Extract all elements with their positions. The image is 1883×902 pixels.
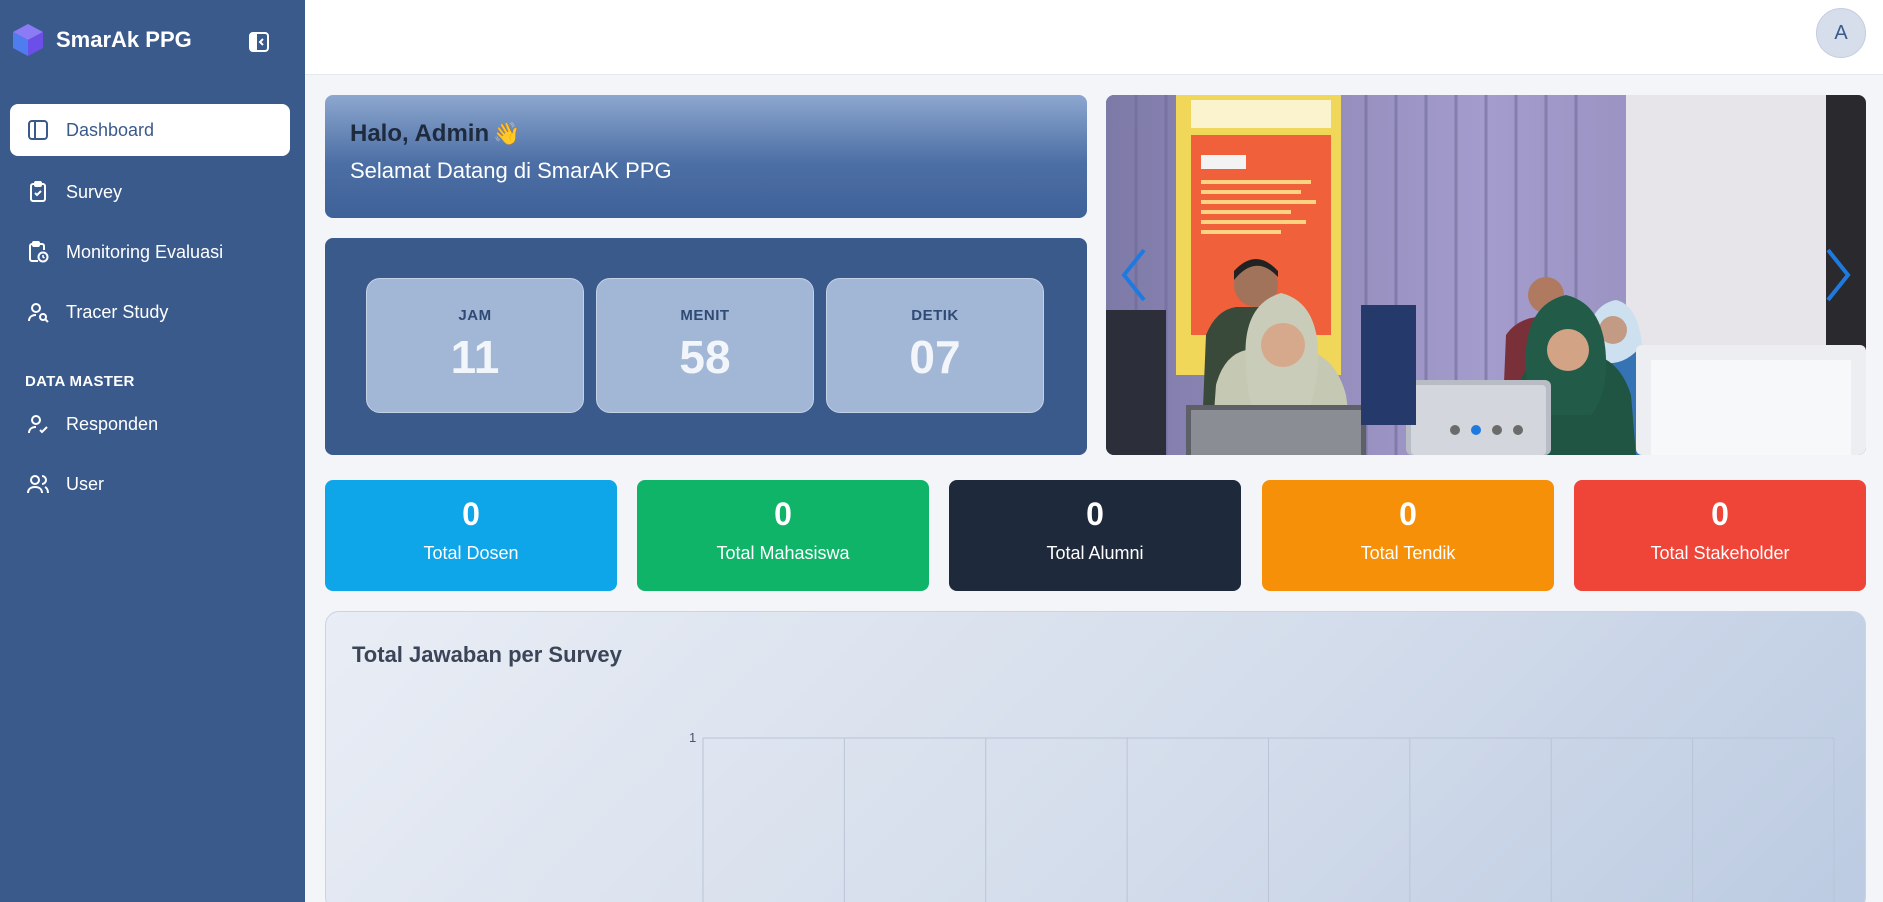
- sidebar-item-survey[interactable]: Survey: [10, 166, 290, 218]
- clock-hours: JAM 11: [366, 278, 584, 413]
- stat-label: Total Stakeholder: [1650, 543, 1790, 563]
- sidebar-item-label: Monitoring Evaluasi: [66, 241, 224, 262]
- stat-card-total-stakeholder: 0 Total Stakeholder: [1574, 480, 1866, 591]
- stat-value: 0: [1711, 496, 1729, 532]
- clock-seconds-label: DETIK: [911, 307, 959, 324]
- sidebar-item-label: Dashboard: [66, 119, 155, 140]
- users-icon: [26, 472, 50, 496]
- welcome-subtitle: Selamat Datang di SmarAK PPG: [350, 158, 672, 183]
- stat-card-total-dosen: 0 Total Dosen: [325, 480, 617, 591]
- welcome-card: Halo, Admin 👋 Selamat Datang di SmarAK P…: [325, 95, 1087, 218]
- layout-icon: [26, 118, 50, 142]
- sidebar-item-label: Survey: [66, 181, 123, 202]
- sidebar-item-monitoring-evaluasi[interactable]: Monitoring Evaluasi: [10, 226, 290, 278]
- clock-minutes: MENIT 58: [596, 278, 814, 413]
- clock-seconds-value: 07: [909, 331, 961, 383]
- clock-minutes-label: MENIT: [680, 307, 730, 324]
- bar-chart: 1: [689, 730, 1835, 902]
- stat-value: 0: [1399, 496, 1417, 532]
- clock-minutes-value: 58: [679, 331, 731, 383]
- sidebar-item-user[interactable]: User: [10, 458, 290, 510]
- stat-label: Total Alumni: [1046, 543, 1144, 563]
- section-label-data-master: DATA MASTER: [25, 373, 135, 390]
- topbar: [305, 0, 1883, 75]
- clock-hours-label: JAM: [458, 307, 492, 324]
- welcome-greeting-row: Halo, Admin 👋: [350, 120, 1062, 148]
- sidebar-collapse-icon[interactable]: [248, 31, 270, 53]
- sidebar-item-responden[interactable]: Responden: [10, 398, 290, 450]
- brand[interactable]: SmarAk PPG: [10, 22, 192, 58]
- carousel-indicators: [1450, 425, 1523, 435]
- stat-label: Total Mahasiswa: [716, 543, 850, 563]
- chart-y-tick-label: 1: [689, 730, 696, 745]
- carousel-dot[interactable]: [1492, 425, 1502, 435]
- app-name: SmarAk PPG: [56, 27, 192, 52]
- chart-card: Total Jawaban per Survey 1: [325, 611, 1866, 902]
- clock-card: JAM 11 MENIT 58 DETIK 07: [325, 238, 1087, 455]
- carousel-slide-image: [1106, 95, 1866, 455]
- user-search-icon: [26, 300, 50, 324]
- waving-hand-icon: 👋: [493, 121, 521, 146]
- clipboard-clock-icon: [26, 240, 50, 264]
- cube-logo-icon: [13, 24, 43, 56]
- stat-label: Total Dosen: [423, 543, 519, 563]
- carousel-dot[interactable]: [1513, 425, 1523, 435]
- stat-label: Total Tendik: [1360, 543, 1456, 563]
- welcome-greeting: Halo, Admin: [350, 120, 490, 147]
- carousel-next-icon[interactable]: [1818, 245, 1858, 305]
- carousel-dot[interactable]: [1450, 425, 1460, 435]
- clipboard-check-icon: [26, 180, 50, 204]
- carousel-prev-icon[interactable]: [1114, 245, 1154, 305]
- photo-carousel[interactable]: [1106, 95, 1866, 455]
- carousel-dot-active[interactable]: [1471, 425, 1481, 435]
- clock-seconds: DETIK 07: [826, 278, 1044, 413]
- sidebar-item-label: User: [66, 473, 105, 494]
- stat-value: 0: [1086, 496, 1104, 532]
- sidebar-item-label: Tracer Study: [66, 301, 169, 322]
- sidebar-item-label: Responden: [66, 413, 159, 434]
- sidebar-item-dashboard[interactable]: Dashboard: [10, 104, 290, 156]
- user-avatar[interactable]: A: [1816, 8, 1866, 58]
- sidebar-item-tracer-study[interactable]: Tracer Study: [10, 286, 290, 338]
- stat-card-total-alumni: 0 Total Alumni: [949, 480, 1241, 591]
- stat-value: 0: [462, 496, 480, 532]
- user-check-icon: [26, 412, 50, 436]
- clock-hours-value: 11: [450, 331, 500, 383]
- stat-card-total-mahasiswa: 0 Total Mahasiswa: [637, 480, 929, 591]
- sidebar: SmarAk PPG Dashboard Survey Monitoring E…: [0, 0, 305, 902]
- stat-card-total-tendik: 0 Total Tendik: [1262, 480, 1554, 591]
- stat-value: 0: [774, 496, 792, 532]
